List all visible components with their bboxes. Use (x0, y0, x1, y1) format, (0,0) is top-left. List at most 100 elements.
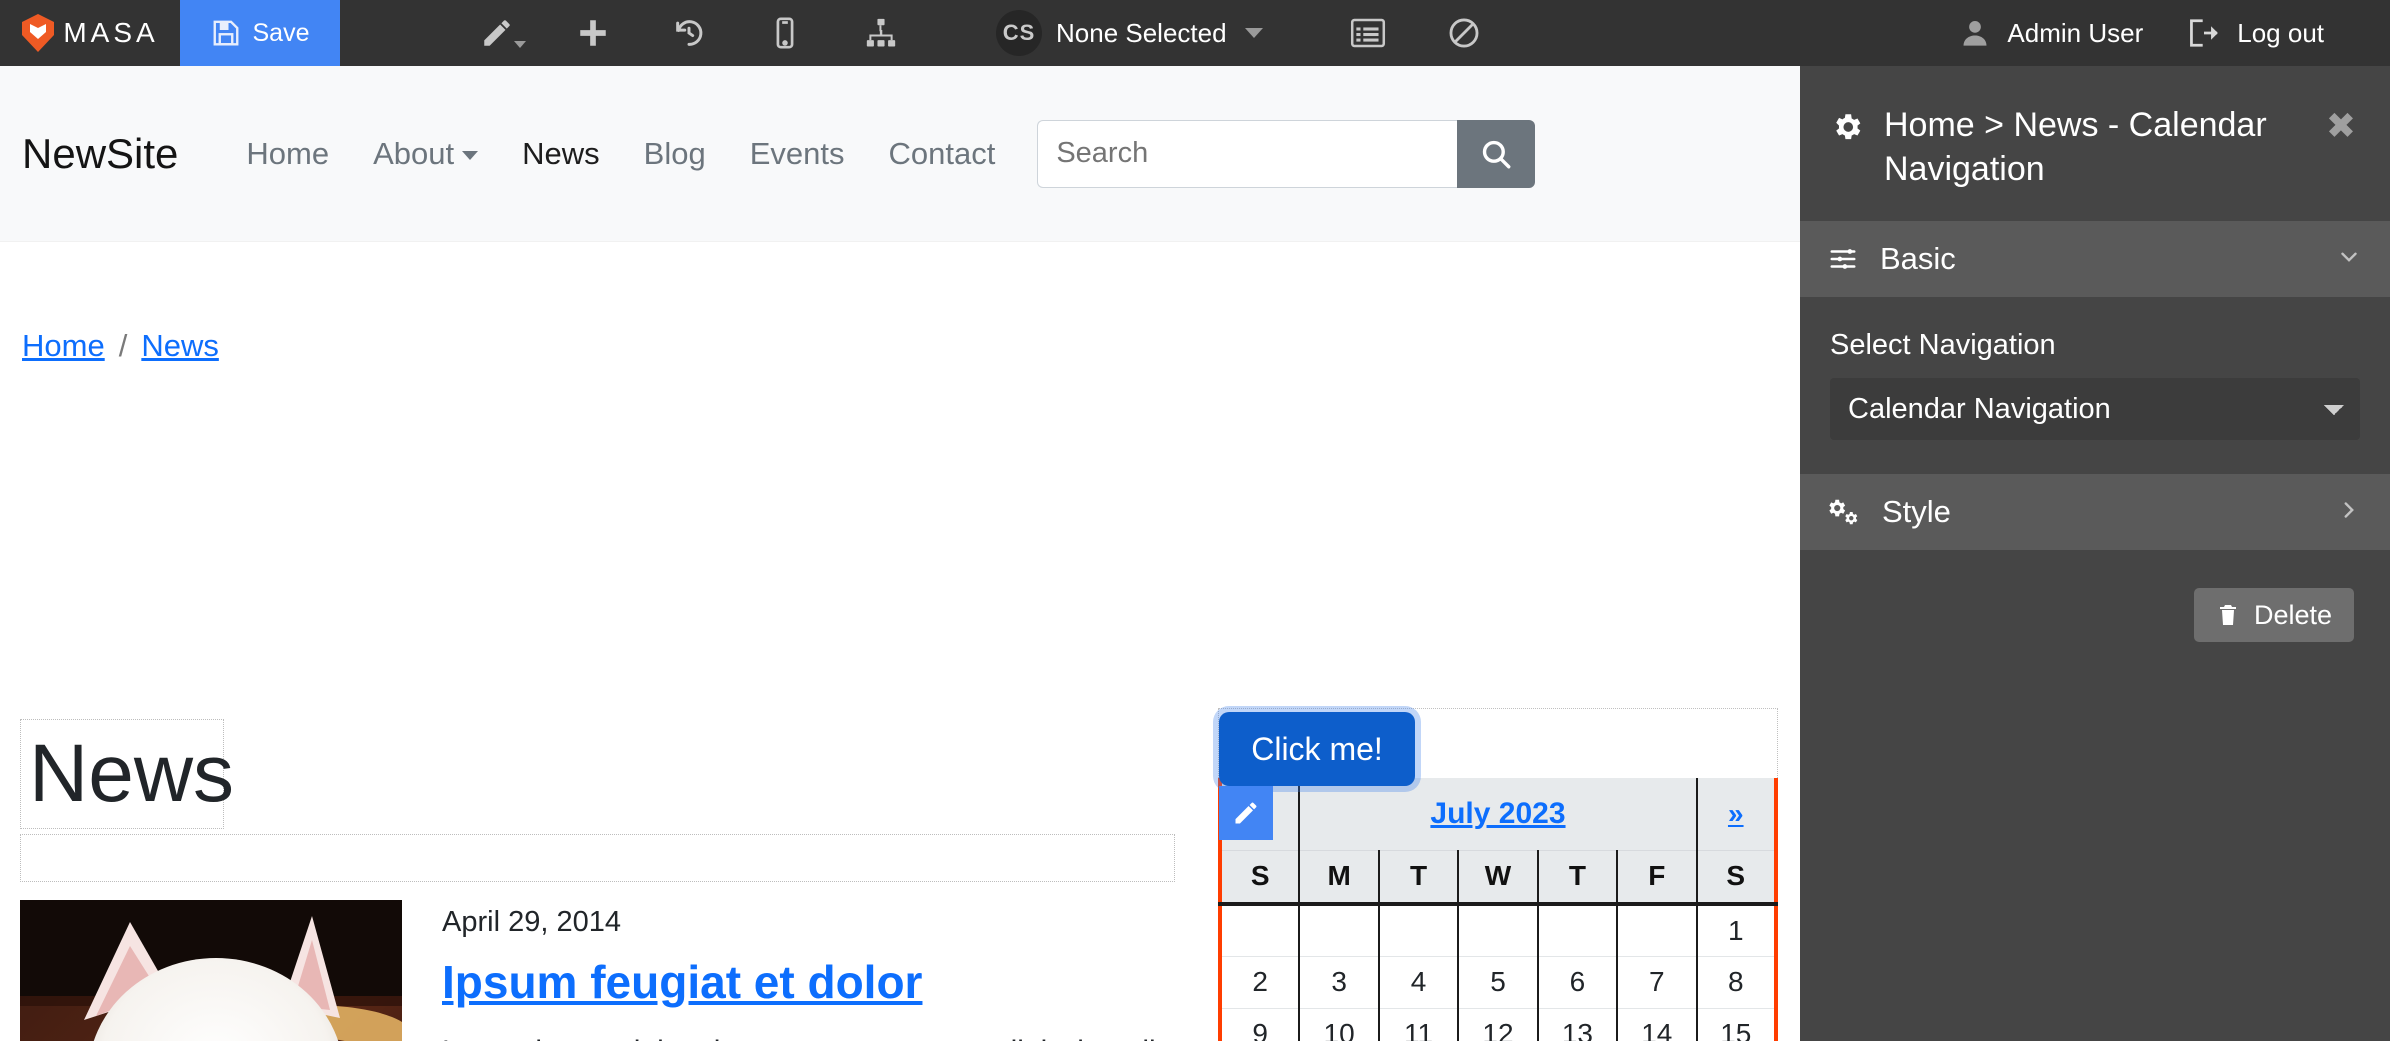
select-navigation-label: Select Navigation (1830, 329, 2056, 362)
calendar-day-cell[interactable]: 3 (1298, 956, 1380, 1009)
calendar-day-cell[interactable]: 6 (1536, 956, 1619, 1009)
calendar-day-cell[interactable]: 11 (1377, 1008, 1460, 1041)
gears-icon (1828, 497, 1860, 527)
article-text: April 29, 2014 Ipsum feugiat et dolor Lo… (402, 900, 1175, 1041)
nav-item-label: News (522, 135, 600, 171)
settings-section-basic-body: Select Navigation Calendar Navigation (1800, 297, 2390, 474)
gap (818, 0, 848, 66)
calendar-day-cell[interactable] (1218, 904, 1301, 957)
gap (1263, 0, 1293, 66)
nav-item-label: About (373, 135, 455, 171)
article-title-link[interactable]: Ipsum feugiat et dolor (442, 955, 922, 1009)
calendar-day-cell[interactable]: 9 (1218, 1008, 1301, 1041)
calendar-month-link[interactable]: July 2023 (1430, 797, 1565, 830)
delete-button[interactable]: Delete (2193, 588, 2354, 643)
delete-button-label: Delete (2253, 599, 2332, 630)
site-body: Home / News News April 29, 2014 Ipsum fe… (0, 242, 1800, 1041)
calendar-day-cell[interactable]: 13 (1536, 1008, 1619, 1041)
article-date: April 29, 2014 (442, 906, 621, 938)
calendar-week-row: 9 10 11 12 13 14 15 (1218, 1008, 1778, 1041)
nav-item-label: Contact (888, 135, 996, 171)
pencil-dropdown-icon[interactable] (464, 0, 530, 66)
calendar-navigation-widget[interactable]: Click me! « July 2023 (1218, 708, 1778, 1041)
breadcrumb: Home / News (0, 242, 1800, 364)
nav-item-label: Blog (643, 135, 706, 171)
plus-icon[interactable] (560, 0, 626, 66)
page-subtitle-region[interactable] (20, 834, 1175, 882)
calendar-day-cell[interactable]: 4 (1377, 956, 1460, 1009)
nav-item-blog[interactable]: Blog (622, 136, 728, 172)
close-icon[interactable]: ✖ (2326, 108, 2356, 144)
gap (722, 0, 752, 66)
calendar-day-cell[interactable] (1536, 904, 1619, 957)
context-selector[interactable]: CS None Selected (996, 10, 1263, 56)
calendar-day-cell[interactable]: 8 (1695, 956, 1778, 1009)
calendar-day-cell[interactable] (1298, 904, 1380, 957)
history-undo-icon[interactable] (656, 0, 722, 66)
gear-icon (1830, 110, 1864, 149)
calendar-day-cell[interactable] (1377, 904, 1460, 957)
nav-item-home[interactable]: Home (224, 136, 351, 172)
settings-section-label: Style (1882, 494, 1951, 530)
calendar-day-cell[interactable]: 15 (1695, 1008, 1778, 1041)
settings-section-basic[interactable]: Basic (1800, 221, 2390, 298)
search-input[interactable] (1037, 119, 1458, 188)
sliders-icon (1828, 244, 1858, 274)
calendar-nav-row: « July 2023 » (1218, 778, 1778, 851)
calendar-day-cell[interactable]: 5 (1457, 956, 1539, 1009)
calendar-day-cell[interactable]: 14 (1616, 1008, 1698, 1041)
calendar-table[interactable]: « July 2023 » S M T W T (1218, 778, 1778, 1041)
nav-item-about[interactable]: About (351, 136, 500, 172)
logout-label: Log out (2237, 17, 2324, 48)
settings-panel-header: Home > News - Calendar Navigation ✖ (1800, 66, 2390, 221)
calendar-day-cell[interactable]: 2 (1218, 956, 1301, 1009)
select-navigation-dropdown[interactable]: Calendar Navigation (1830, 378, 2360, 441)
nav-item-events[interactable]: Events (728, 136, 867, 172)
save-button[interactable]: Save (180, 0, 340, 66)
nav-item-contact[interactable]: Contact (866, 136, 1017, 172)
calendar-month-cell: July 2023 (1298, 778, 1698, 851)
calendar-day-header: S (1695, 850, 1778, 906)
gap (1401, 0, 1431, 66)
masa-logo-icon (21, 13, 55, 53)
breadcrumb-separator: / (118, 328, 128, 363)
search-button[interactable] (1457, 119, 1536, 188)
mobile-preview-icon[interactable] (752, 0, 818, 66)
site-search (1037, 119, 1536, 188)
app-logo[interactable]: MASA (0, 0, 180, 66)
click-me-button[interactable]: Click me! (1219, 712, 1415, 786)
app-logo-text: MASA (63, 17, 159, 48)
gap (530, 0, 560, 66)
page-title-region[interactable]: News (20, 719, 234, 829)
save-button-label: Save (252, 18, 310, 47)
disable-icon[interactable] (1431, 0, 1497, 66)
settings-section-style[interactable]: Style (1800, 474, 2390, 551)
edit-widget-handle[interactable] (1219, 786, 1273, 840)
site-navbar: NewSite Home About News Blog Events Cont… (0, 66, 1800, 242)
site-brand[interactable]: NewSite (22, 130, 178, 178)
calendar-head: « July 2023 » S M T W T (1218, 778, 1778, 906)
calendar-day-cell[interactable]: 12 (1457, 1008, 1539, 1041)
chevron-down-icon (514, 41, 526, 48)
list-view-icon[interactable] (1335, 0, 1401, 66)
chevron-down-icon (1244, 28, 1263, 38)
nav-item-label: Events (749, 135, 845, 171)
news-article: April 29, 2014 Ipsum feugiat et dolor Lo… (20, 900, 1175, 1041)
calendar-day-cell[interactable]: 10 (1298, 1008, 1380, 1041)
sitemap-icon[interactable] (848, 0, 914, 66)
calendar-day-cell[interactable] (1616, 904, 1698, 957)
breadcrumb-item-home[interactable]: Home (22, 328, 105, 364)
calendar-day-cell[interactable]: 1 (1695, 904, 1778, 957)
breadcrumb-item-news[interactable]: News (141, 328, 219, 364)
toolbar-right-group: Admin User Log out (1937, 17, 2390, 49)
nav-item-label: Home (246, 135, 330, 171)
article-image (20, 900, 402, 1041)
calendar-next-link[interactable]: » (1728, 798, 1744, 829)
calendar-day-header: S (1218, 850, 1301, 906)
nav-item-news[interactable]: News (500, 136, 622, 172)
calendar-day-cell[interactable] (1457, 904, 1539, 957)
logout-button[interactable]: Log out (2165, 17, 2346, 49)
current-user[interactable]: Admin User (1937, 17, 2165, 49)
calendar-day-cell[interactable]: 7 (1616, 956, 1698, 1009)
calendar-day-header: M (1298, 850, 1380, 906)
